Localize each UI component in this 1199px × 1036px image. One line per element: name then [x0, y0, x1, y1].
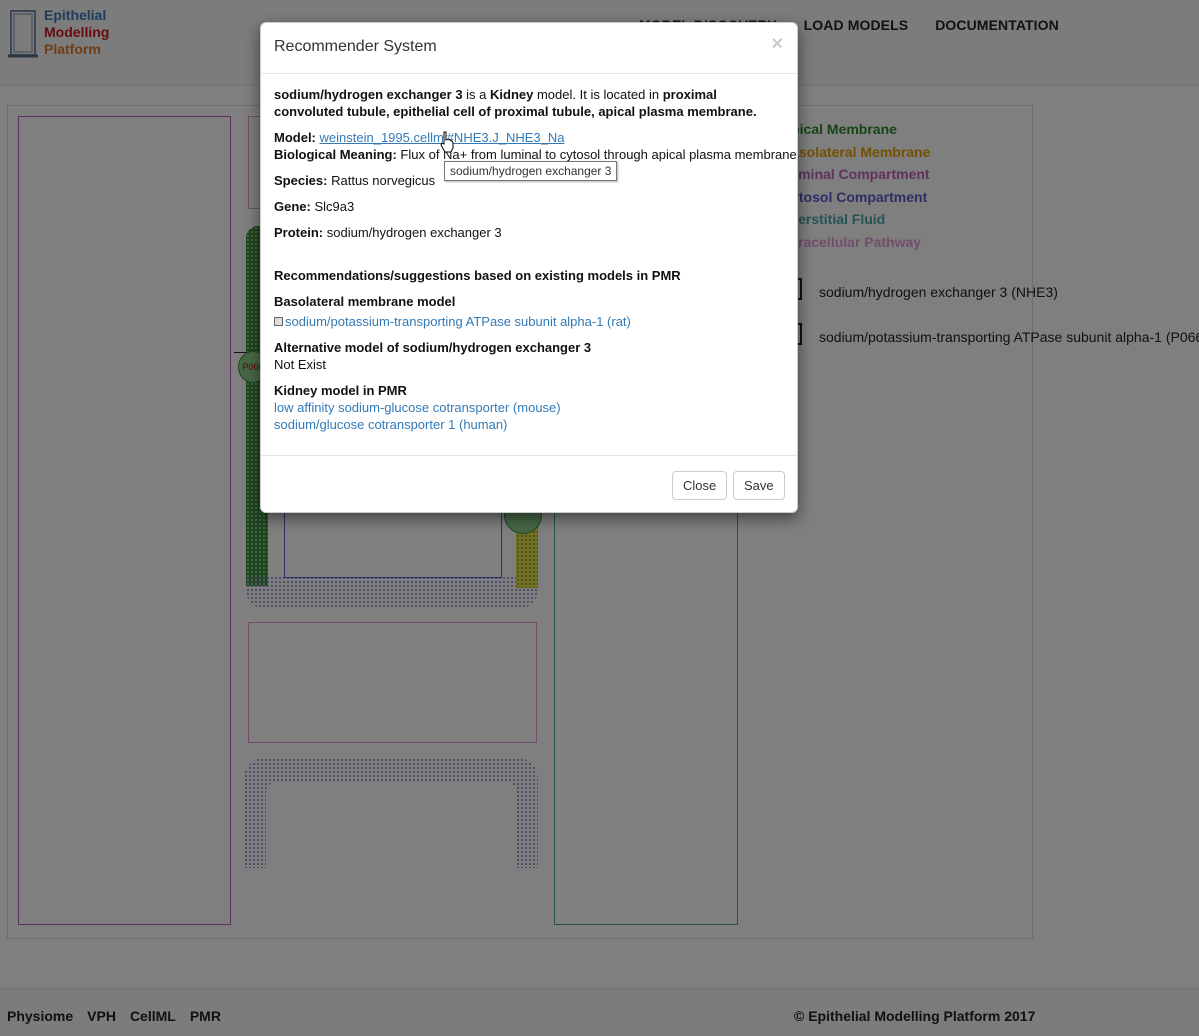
- meaning-label: Biological Meaning:: [274, 147, 397, 162]
- protein-row: Protein: sodium/hydrogen exchanger 3: [274, 224, 502, 241]
- recommender-modal: Recommender System × sodium/hydrogen exc…: [260, 22, 798, 513]
- close-button[interactable]: Close: [672, 471, 728, 500]
- model-tooltip: sodium/hydrogen exchanger 3: [444, 161, 618, 181]
- basolateral-item[interactable]: sodium/potassium-transporting ATPase sub…: [274, 313, 631, 330]
- meaning-value: Flux of Na+ from luminal to cytosol thro…: [400, 147, 797, 162]
- basolateral-heading: Basolateral membrane model: [274, 294, 456, 309]
- intro-organ: Kidney: [490, 87, 534, 102]
- basolateral-checkbox[interactable]: [274, 317, 283, 327]
- hand-cursor-icon: [440, 131, 454, 153]
- species-row: Species: Rattus norvegicus: [274, 172, 435, 189]
- gene-label: Gene:: [274, 199, 311, 214]
- modal-title: Recommender System: [274, 38, 437, 55]
- species-value: Rattus norvegicus: [331, 173, 436, 188]
- modal-close-icon[interactable]: ×: [771, 33, 783, 56]
- alternative-heading: Alternative model of sodium/hydrogen exc…: [274, 340, 592, 355]
- model-row: Model: weinstein_1995.cellml#NHE3.J_NHE3…: [274, 129, 564, 146]
- save-button[interactable]: Save: [733, 471, 785, 500]
- kidney-link-2[interactable]: sodium/glucose cotransporter 1 (human): [274, 416, 507, 433]
- modal-header: Recommender System ×: [261, 23, 797, 74]
- intro-located: model. It is located in: [533, 87, 663, 102]
- intro-name: sodium/hydrogen exchanger 3: [274, 87, 463, 102]
- intro-paragraph: sodium/hydrogen exchanger 3 is a Kidney …: [274, 86, 786, 120]
- intro-is-a: is a: [462, 87, 491, 102]
- kidney-link-1[interactable]: low affinity sodium-glucose cotransporte…: [274, 399, 561, 416]
- gene-row: Gene: Slc9a3: [274, 198, 354, 215]
- protein-value: sodium/hydrogen exchanger 3: [326, 225, 502, 240]
- modal-footer: Close Save: [261, 455, 797, 513]
- kidney-heading: Kidney model in PMR: [274, 383, 407, 398]
- protein-label: Protein:: [274, 225, 324, 240]
- model-label: Model:: [274, 130, 316, 145]
- basolateral-link[interactable]: sodium/potassium-transporting ATPase sub…: [285, 314, 631, 329]
- alternative-value: Not Exist: [274, 357, 327, 372]
- gene-value: Slc9a3: [314, 199, 355, 214]
- species-label: Species:: [274, 173, 328, 188]
- recommend-heading: Recommendations/suggestions based on exi…: [274, 268, 681, 283]
